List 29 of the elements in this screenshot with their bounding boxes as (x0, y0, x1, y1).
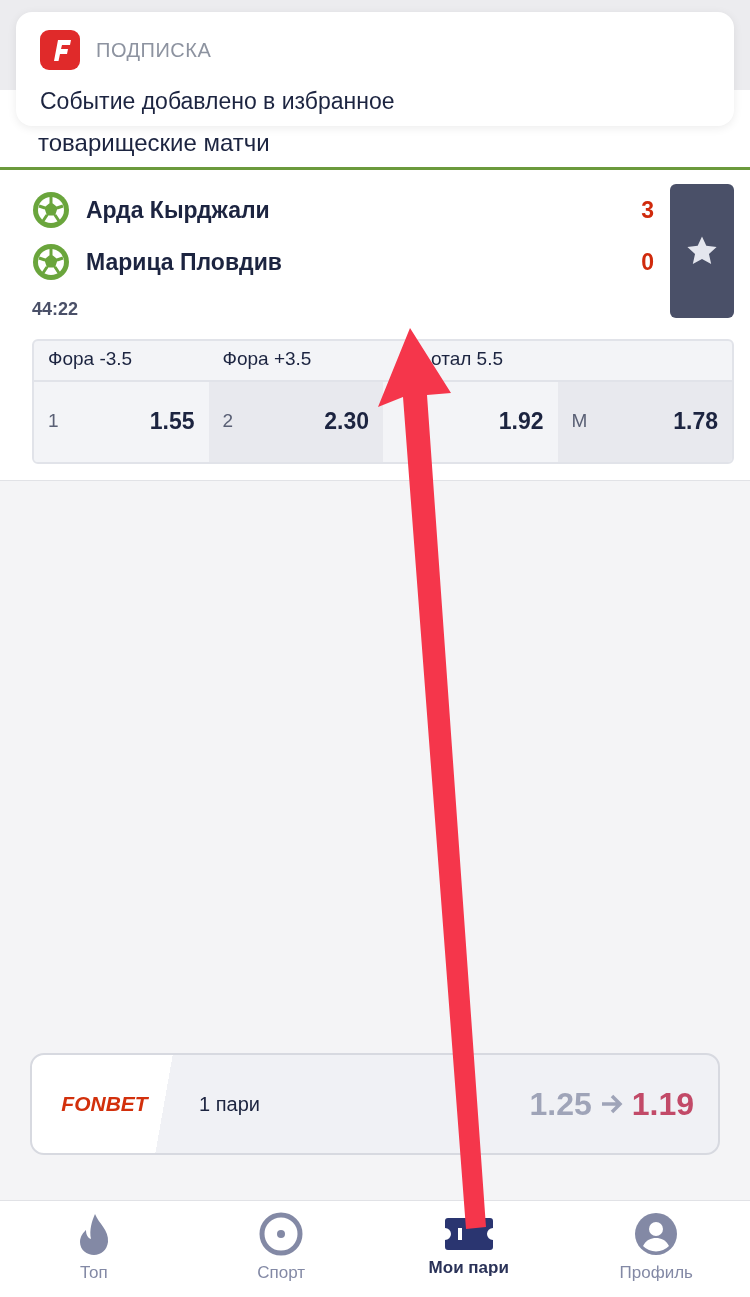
star-icon (685, 235, 719, 267)
brand-logo: FONBET (60, 1091, 150, 1118)
new-odds: 1.19 (631, 1085, 694, 1124)
app-logo-icon (40, 30, 80, 70)
outcome-label: 1 (48, 409, 59, 434)
league-title: товарищеские матчи (38, 128, 270, 158)
team-score: 3 (641, 195, 654, 225)
favorite-button[interactable] (670, 184, 734, 318)
old-odds: 1.25 (529, 1085, 592, 1124)
odds-button[interactable]: 2 2.30 (208, 381, 383, 462)
nav-tab[interactable]: Топ (0, 1201, 188, 1297)
arrow-icon (599, 1093, 624, 1115)
team-name: Марица Пловдив (86, 247, 283, 277)
bet-slip-bar[interactable]: FONBET 1 пари 1.25 1.19 (30, 1053, 720, 1155)
team-score: 0 (641, 247, 654, 277)
outcome-label: М (571, 409, 588, 434)
app-name: ПОДПИСКА (96, 38, 212, 63)
soccer-ball-icon (32, 243, 70, 281)
target-icon (259, 1212, 304, 1257)
profile-icon (634, 1212, 679, 1257)
nav-tab[interactable]: Спорт (187, 1201, 375, 1297)
soccer-ball-icon (32, 191, 70, 229)
outcome-label: 2 (222, 409, 234, 434)
match-time: 44:22 (32, 298, 80, 321)
notification-card[interactable]: ПОДПИСКА Событие добавлено в избранное (16, 12, 734, 126)
notification-message: Событие добавлено в избранное (40, 87, 396, 116)
bet-count: 1 пари (199, 1092, 260, 1117)
odds-button[interactable]: М 1.78 (557, 381, 732, 462)
team-name: Арда Кырджали (86, 195, 271, 225)
